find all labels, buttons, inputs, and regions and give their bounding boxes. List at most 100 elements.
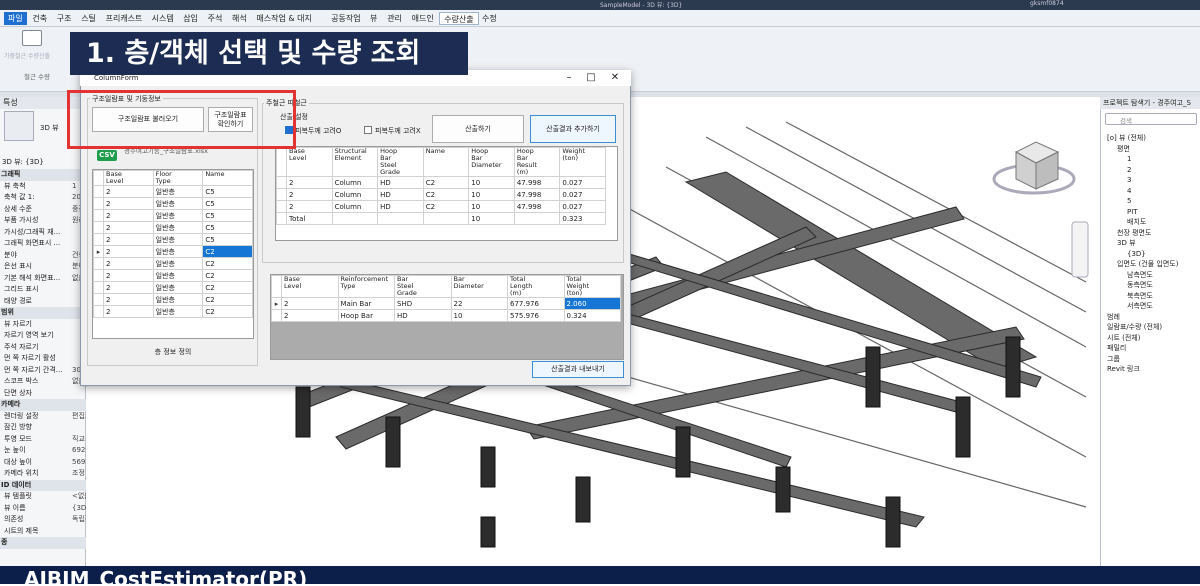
property-category[interactable]: 종: [0, 537, 86, 549]
table-cell[interactable]: 575.976: [507, 309, 565, 322]
table-cell[interactable]: 0.324: [563, 309, 621, 322]
column-header[interactable]: Base Level: [103, 170, 154, 186]
column-header[interactable]: Floor Type: [152, 170, 204, 186]
browser-item[interactable]: 3: [1127, 175, 1131, 185]
table-cell[interactable]: C2: [422, 200, 470, 213]
table-row[interactable]: 2 일반층 C5: [93, 209, 253, 222]
table-cell[interactable]: 0.027: [559, 200, 606, 213]
table-cell[interactable]: 일반층: [152, 197, 204, 210]
ribbon-tab[interactable]: 시스템: [148, 12, 178, 25]
column-header[interactable]: Name: [202, 170, 253, 186]
table-cell[interactable]: C2: [202, 245, 253, 258]
floor-info-button[interactable]: 층 정보 정의: [92, 342, 254, 362]
ribbon-tab[interactable]: 수정: [478, 12, 501, 25]
browser-item[interactable]: 5: [1127, 196, 1131, 206]
browser-search-input[interactable]: 검색: [1120, 115, 1132, 125]
table-cell[interactable]: 일반층: [152, 209, 204, 222]
close-button[interactable]: ✕: [606, 70, 624, 86]
table-cell[interactable]: Column: [331, 200, 379, 213]
browser-item[interactable]: 입면도 (건물 입면도): [1117, 259, 1178, 269]
export-result-button[interactable]: 산출결과 내보내기: [532, 361, 624, 378]
table-row[interactable]: 2 일반층 C5: [93, 233, 253, 246]
browser-item[interactable]: 배치도: [1127, 217, 1146, 227]
column-header[interactable]: Base Level: [281, 275, 339, 298]
view-selector[interactable]: 3D 뷰: {3D}: [2, 157, 44, 167]
table-cell[interactable]: 0.323: [559, 212, 606, 225]
table-cell[interactable]: [377, 212, 424, 225]
browser-item[interactable]: 그룹: [1107, 354, 1120, 364]
table-cell[interactable]: 2: [281, 309, 339, 322]
browser-item[interactable]: 범례: [1107, 312, 1120, 322]
table-cell[interactable]: 2: [286, 188, 333, 201]
property-category[interactable]: 범위: [0, 307, 86, 319]
table-cell[interactable]: 일반층: [152, 245, 204, 258]
browser-item[interactable]: {3D}: [1127, 249, 1146, 259]
table-cell[interactable]: 10: [468, 200, 515, 213]
column-header[interactable]: Hoop Bar Result (m): [513, 147, 561, 177]
table-cell[interactable]: HD: [377, 200, 424, 213]
table-row[interactable]: Total 10 0.323: [276, 212, 606, 225]
table-row[interactable]: ▸ 2 일반층 C2: [93, 245, 253, 258]
browser-item[interactable]: 평면: [1117, 144, 1130, 154]
property-category[interactable]: 그래픽: [0, 169, 86, 181]
table-cell[interactable]: C2: [422, 176, 470, 189]
table-cell[interactable]: 10: [468, 212, 515, 225]
ribbon-tab[interactable]: 해석: [228, 12, 251, 25]
table-row[interactable]: ▸ 2 Main Bar SHD 22 677.976 2.060: [271, 297, 621, 310]
table-cell[interactable]: 2: [103, 197, 154, 210]
ribbon-tab[interactable]: 파일: [4, 12, 27, 25]
browser-item[interactable]: 서측면도: [1127, 301, 1153, 311]
table-cell[interactable]: Total: [286, 212, 333, 225]
ribbon-tab[interactable]: 수량산출: [439, 12, 479, 25]
ribbon-tab[interactable]: 관리: [383, 12, 406, 25]
browser-item[interactable]: 패밀리: [1107, 343, 1126, 353]
column-header[interactable]: Structural Element: [331, 147, 379, 177]
column-header[interactable]: Bar Diameter: [450, 275, 508, 298]
add-result-button[interactable]: 산출결과 추가하기: [530, 115, 616, 143]
maximize-button[interactable]: □: [582, 70, 600, 86]
table-row[interactable]: 2 Hoop Bar HD 10 575.976 0.324: [271, 309, 621, 322]
property-category[interactable]: ID 데이터: [0, 479, 86, 491]
column-header[interactable]: Name: [422, 147, 470, 177]
table-cell[interactable]: 10: [468, 176, 515, 189]
column-header[interactable]: Reinforcement Type: [337, 275, 395, 298]
browser-item[interactable]: 동측면도: [1127, 280, 1153, 290]
ribbon-tab[interactable]: 스틸: [77, 12, 100, 25]
table-cell[interactable]: 2.060: [563, 297, 621, 310]
table-cell[interactable]: 2: [103, 281, 154, 294]
browser-item[interactable]: 2: [1127, 165, 1131, 175]
ribbon-tab[interactable]: 매스작업 & 대지: [252, 12, 315, 25]
table-row[interactable]: 2 일반층 C5: [93, 221, 253, 234]
column-header[interactable]: Hoop Bar Steel Grade: [377, 147, 424, 177]
ribbon-tab[interactable]: 공동작업: [327, 12, 364, 25]
minimize-button[interactable]: –: [560, 70, 578, 86]
table-cell[interactable]: SHD: [394, 297, 452, 310]
table-cell[interactable]: C2: [422, 188, 470, 201]
table-cell[interactable]: 2: [286, 176, 333, 189]
table-cell[interactable]: HD: [377, 188, 424, 201]
column-header[interactable]: Total Length (m): [507, 275, 565, 298]
calculate-button[interactable]: 산출하기: [432, 115, 524, 143]
browser-item[interactable]: Revit 링크: [1107, 364, 1140, 374]
column-header[interactable]: Hoop Bar Diameter: [468, 147, 515, 177]
table-cell[interactable]: C2: [202, 281, 253, 294]
table-row[interactable]: 2 일반층 C5: [93, 185, 253, 198]
ribbon-tab[interactable]: 삽입: [179, 12, 202, 25]
table-cell[interactable]: 2: [103, 209, 154, 222]
table-row[interactable]: 2 Column HD C2 10 47.998 0.027: [276, 188, 606, 201]
table-row[interactable]: 2 일반층 C2: [93, 257, 253, 270]
table-cell[interactable]: C5: [202, 197, 253, 210]
table-cell[interactable]: 2: [281, 297, 339, 310]
table-cell[interactable]: C5: [202, 209, 253, 222]
table-cell[interactable]: Column: [331, 176, 379, 189]
table-cell[interactable]: 일반층: [152, 185, 204, 198]
column-header[interactable]: Weight (ton): [559, 147, 606, 177]
user-name[interactable]: gksmf0874: [1030, 0, 1064, 7]
table-cell[interactable]: C2: [202, 305, 253, 318]
column-header[interactable]: Base Level: [286, 147, 333, 177]
table-cell[interactable]: 22: [450, 297, 508, 310]
browser-item[interactable]: 북측면도: [1127, 291, 1153, 301]
table-cell[interactable]: 47.998: [513, 200, 561, 213]
table-cell[interactable]: 일반층: [152, 293, 204, 306]
browser-item[interactable]: PIT: [1127, 207, 1138, 217]
